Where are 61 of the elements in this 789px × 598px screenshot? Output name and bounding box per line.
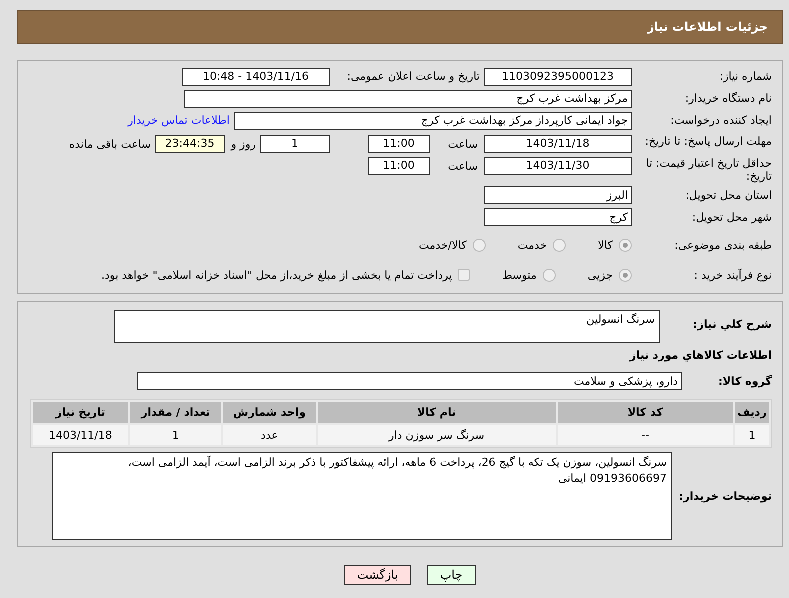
value-field: کرج	[484, 208, 632, 226]
field-label: طبقه بندی موضوعی:	[674, 238, 772, 252]
column-header: رديف	[735, 402, 769, 424]
checkbox[interactable]	[458, 269, 470, 282]
table-cell: --	[558, 425, 734, 446]
column-header: نام کالا	[318, 402, 556, 424]
value-field: جواد ایمانی کارپرداز مرکز بهداشت غرب کرج	[234, 112, 632, 130]
field-label: شرح کلي نياز:	[692, 317, 772, 332]
option-label: کالا/خدمت	[419, 238, 467, 252]
section-title: اطلاعات کالاهاي مورد نياز	[630, 348, 772, 362]
column-header: تعداد / مقدار	[130, 402, 222, 424]
value-field: دارو، پزشکی و سلامت	[137, 372, 682, 390]
radio-button[interactable]	[542, 268, 556, 282]
table-cell: 1	[130, 425, 222, 446]
radio-button[interactable]	[472, 238, 486, 252]
column-header: کد کالا	[558, 402, 734, 424]
field-label: حداقل تاریخ اعتبار قیمت: تا تاریخ:	[645, 157, 772, 184]
notes-field[interactable]: سرنگ انسولین، سوزن یک تکه با گیج 26، پرداخت 6 ماهه، ارائه پیشفاکتور با ذکر برند الزامی است، آیمد الزامی است، 09193606697 ایمانی	[52, 452, 672, 540]
value-field: 1403/11/16 - 10:48	[182, 68, 330, 86]
time-label: ساعت	[447, 137, 479, 153]
table-cell: 1403/11/18	[33, 425, 128, 446]
date-field: 1403/11/18	[484, 135, 632, 153]
value-field: 1103092395000123	[484, 68, 632, 86]
field-label: شهر محل تحویل:	[691, 210, 772, 224]
column-header: واحد شمارش	[223, 402, 316, 424]
field-label: استان محل تحویل:	[684, 188, 772, 202]
field-label: تاریخ و ساعت اعلان عمومی:	[346, 70, 480, 84]
remaining-time-field: 23:44:35	[155, 135, 225, 153]
days-label: روز و	[230, 137, 257, 153]
field-label: شماره نیاز:	[718, 70, 772, 84]
time-field: 11:00	[368, 135, 430, 153]
radio-button[interactable]	[619, 238, 632, 252]
field-label: توضیحات خریدار:	[678, 490, 772, 503]
days-field: 1	[260, 135, 330, 153]
checkbox-label: پرداخت تمام یا بخشی از مبلغ خرید،از محل "اسناد خزانه اسلامی" خواهد بود.	[102, 268, 452, 282]
field-label: نام دستگاه خریدار:	[684, 92, 772, 106]
value-field: مرکز بهداشت غرب کرج	[184, 90, 632, 108]
remaining-label: ساعت باقی مانده	[68, 137, 152, 153]
value-field: البرز	[484, 186, 632, 204]
table-cell: 1	[735, 425, 769, 446]
field-label: ایجاد کننده درخواست:	[670, 114, 772, 128]
option-label: خدمت	[518, 238, 548, 252]
description-field[interactable]: سرنگ انسولین	[114, 310, 660, 344]
page-title: جزئیات اطلاعات نیاز	[647, 20, 768, 34]
radio-button[interactable]	[619, 268, 632, 282]
table-cell: عدد	[223, 425, 316, 446]
print-button[interactable]: چاپ	[427, 565, 476, 586]
time-label: ساعت	[447, 159, 479, 175]
field-label: مهلت ارسال پاسخ: تا تاریخ:	[644, 135, 772, 148]
back-button[interactable]: بازگشت	[344, 565, 412, 586]
option-label: کالا	[598, 238, 613, 252]
date-field: 1403/11/30	[484, 157, 632, 175]
time-field: 11:00	[368, 157, 430, 175]
column-header: تاریخ نیاز	[33, 402, 128, 424]
option-label: متوسط	[502, 268, 537, 282]
field-label: گروه کالا:	[717, 374, 772, 388]
option-label: جزیی	[588, 268, 613, 282]
radio-button[interactable]	[553, 238, 566, 252]
contact-link[interactable]: اطلاعات تماس خریدار	[128, 114, 230, 128]
field-label: نوع فرآیند خرید :	[693, 268, 772, 282]
table-cell: سرنگ سر سوزن دار	[318, 425, 556, 446]
